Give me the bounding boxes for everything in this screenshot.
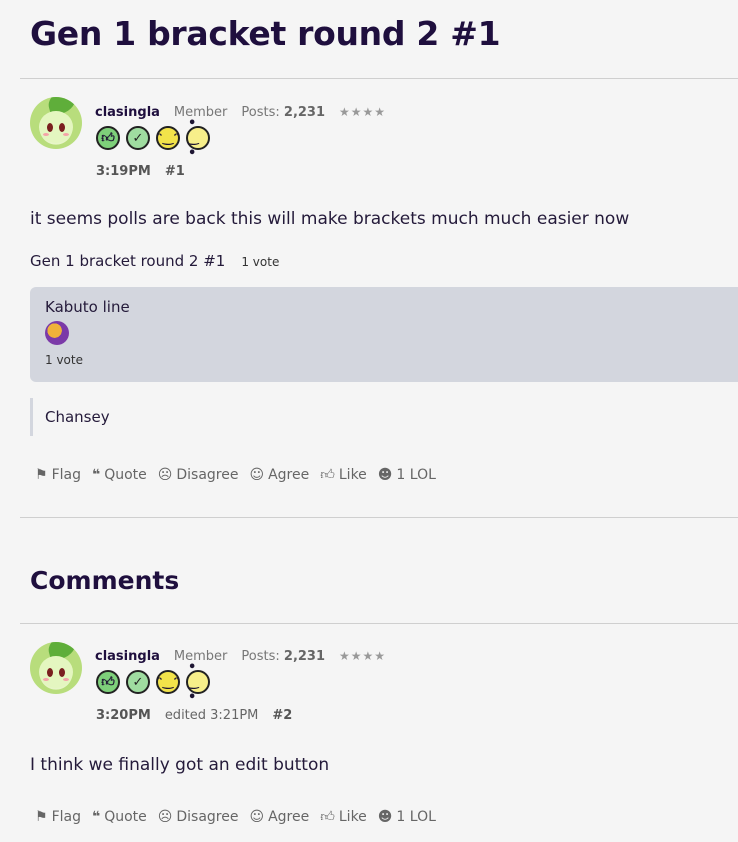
poll-option-votes: 1 vote <box>45 353 83 367</box>
check-badge-icon[interactable]: ✓ <box>126 670 150 694</box>
quote-button[interactable]: ❝ Quote <box>92 466 147 483</box>
frown-icon: ☹ <box>157 808 173 825</box>
lol-button[interactable]: ☻ 1 LOL <box>378 808 436 825</box>
poll-option-label: Chansey <box>45 408 110 426</box>
post-time[interactable]: 3:19PM <box>96 164 151 179</box>
badge-row: 👍︎ ✓ ᵔ‿ᵔ • ‿ • <box>96 660 210 705</box>
poll-header: Gen 1 bracket round 2 #1 1 vote <box>30 252 279 270</box>
post-actions: ⚑ Flag ❝ Quote ☹ Disagree ☺ Agree 👍︎ Like ☻ 1 … <box>35 466 436 484</box>
flag-icon: ⚑ <box>35 808 48 825</box>
disagree-button[interactable]: ☹ Disagree <box>158 466 239 483</box>
comment-timestamp: 3:20PM edited 3:21PM #2 <box>96 708 292 723</box>
smile-badge-icon[interactable]: • ‿ • <box>186 116 210 161</box>
discussion-title: Gen 1 bracket round 2 #1 <box>30 14 501 53</box>
avatar[interactable] <box>30 642 82 694</box>
poll-option-kabuto[interactable]: Kabuto line 1 vote <box>30 287 738 382</box>
disagree-button[interactable]: ☹ Disagree <box>158 808 239 825</box>
frown-icon: ☹ <box>157 466 173 483</box>
thumbs-up-badge-icon[interactable]: 👍︎ <box>96 126 120 150</box>
divider <box>20 517 738 518</box>
post-count: Posts: 2,231 <box>241 105 326 120</box>
edited-time: edited 3:21PM <box>164 708 259 723</box>
check-badge-icon[interactable]: ✓ <box>126 126 150 150</box>
laugh-icon: ☻ <box>377 808 393 825</box>
post-timestamp: 3:19PM #1 <box>96 164 185 179</box>
wink-badge-icon[interactable]: ᵔ‿ᵔ <box>156 126 180 150</box>
comment-time[interactable]: 3:20PM <box>96 708 151 723</box>
quote-icon: ❝ <box>91 466 101 483</box>
thumbs-up-icon: 👍︎ <box>320 809 335 825</box>
badge-row: 👍︎ ✓ ᵔ‿ᵔ • ‿ • <box>96 116 210 161</box>
author-meta: clasingla Member Posts: 2,231 ★★★★ <box>95 105 386 120</box>
quote-button[interactable]: ❝ Quote <box>92 808 147 825</box>
wink-badge-icon[interactable]: ᵔ‿ᵔ <box>156 670 180 694</box>
comment-actions: ⚑ Flag ❝ Quote ☹ Disagree ☺ Agree 👍︎ Like ☻ 1 … <box>35 808 436 826</box>
poll-total-votes: 1 vote <box>241 255 280 269</box>
comment-permalink[interactable]: #2 <box>272 708 292 723</box>
poll-option-label: Kabuto line <box>45 298 130 316</box>
post-count: Posts: 2,231 <box>241 649 326 664</box>
agree-button[interactable]: ☺ Agree <box>249 808 309 825</box>
lol-button[interactable]: ☻ 1 LOL <box>378 466 436 483</box>
flag-icon: ⚑ <box>35 466 48 483</box>
divider <box>20 623 738 624</box>
quote-icon: ❝ <box>91 808 101 825</box>
post-body: it seems polls are back this will make b… <box>30 209 630 229</box>
author-meta: clasingla Member Posts: 2,231 ★★★★ <box>95 649 386 664</box>
flag-button[interactable]: ⚑ Flag <box>35 466 81 483</box>
rank-stars: ★★★★ <box>339 105 387 119</box>
comment-body: I think we finally got an edit button <box>30 755 330 775</box>
avatar[interactable] <box>30 97 82 149</box>
like-button[interactable]: 👍︎ Like <box>320 466 367 484</box>
poll-option-chansey[interactable]: Chansey <box>30 398 230 436</box>
divider <box>20 78 738 79</box>
poll-title: Gen 1 bracket round 2 #1 <box>30 252 226 270</box>
voter-avatar[interactable] <box>45 321 69 345</box>
author-name[interactable]: clasingla <box>95 105 160 120</box>
comments-heading: Comments <box>30 566 180 595</box>
laugh-icon: ☻ <box>377 466 393 483</box>
thumbs-up-icon: 👍︎ <box>320 467 335 483</box>
rank-stars: ★★★★ <box>339 649 387 663</box>
thumbs-up-badge-icon[interactable]: 👍︎ <box>96 670 120 694</box>
like-button[interactable]: 👍︎ Like <box>320 808 367 826</box>
agree-button[interactable]: ☺ Agree <box>249 466 309 483</box>
smile-badge-icon[interactable]: • ‿ • <box>186 660 210 705</box>
author-name[interactable]: clasingla <box>95 649 160 664</box>
smile-icon: ☺ <box>249 808 265 825</box>
flag-button[interactable]: ⚑ Flag <box>35 808 81 825</box>
post-permalink[interactable]: #1 <box>165 164 185 179</box>
smile-icon: ☺ <box>249 466 265 483</box>
